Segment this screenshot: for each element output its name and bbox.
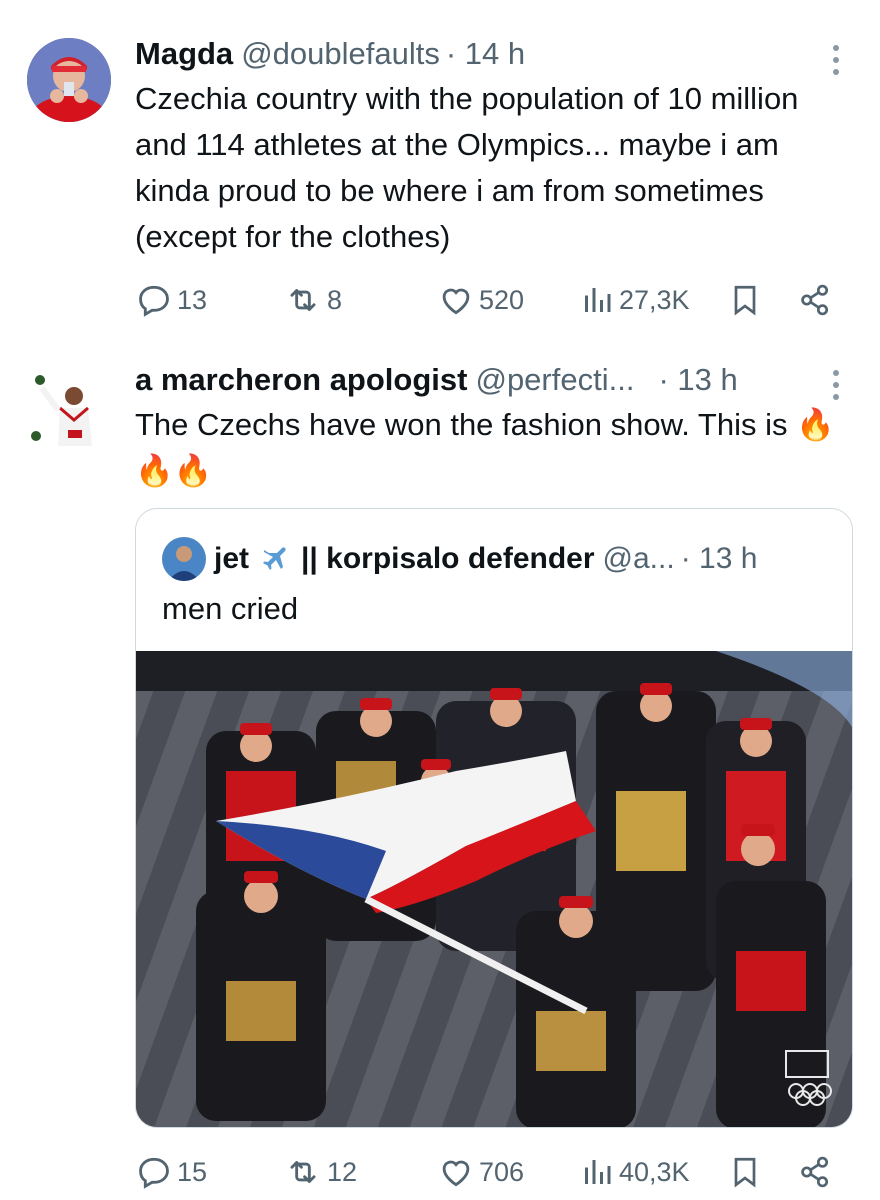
reply-icon — [139, 285, 169, 317]
views-button[interactable]: 40,3K — [579, 1152, 690, 1192]
quote-author-suffix[interactable]: || korpisalo defender — [301, 542, 595, 576]
avatar[interactable] — [30, 368, 100, 454]
quote-author-name[interactable]: jet — [214, 542, 249, 576]
tweet-text: Czechia country with the population of 1… — [135, 81, 799, 254]
author-name[interactable]: Magda — [135, 36, 233, 72]
bookmark-button[interactable] — [727, 1152, 763, 1192]
reply-count: 13 — [177, 284, 208, 315]
repost-button[interactable]: 8 — [283, 280, 342, 320]
repost-count: 12 — [327, 1156, 358, 1187]
author-handle[interactable]: @perfecti... — [475, 362, 634, 398]
repost-icon — [290, 1161, 316, 1183]
repost-button[interactable]: 12 — [283, 1152, 357, 1192]
repost-icon — [290, 289, 316, 311]
views-chart-icon — [585, 1160, 611, 1184]
views-chart-icon — [585, 288, 611, 312]
more-vertical-icon[interactable] — [832, 370, 840, 400]
author-handle[interactable]: @doublefaults — [241, 36, 440, 72]
quote-timestamp[interactable]: · 13 h — [681, 542, 758, 576]
reply-button[interactable]: 13 — [135, 280, 207, 320]
reply-count: 15 — [177, 1156, 208, 1187]
views-count: 27,3K — [619, 284, 690, 315]
quote-text: men cried — [162, 591, 299, 626]
avatar[interactable] — [27, 38, 111, 122]
like-count: 520 — [479, 284, 525, 315]
views-count: 40,3K — [619, 1156, 690, 1187]
tweet-text: The Czechs have won the fashion show. Th… — [135, 402, 845, 494]
more-vertical-icon[interactable] — [832, 45, 840, 75]
heart-icon — [442, 288, 470, 315]
repost-count: 8 — [327, 284, 343, 315]
timestamp[interactable]: · 14 h — [446, 36, 525, 72]
action-bar: 15 12 706 40,3K — [135, 1152, 835, 1192]
reply-button[interactable]: 15 — [135, 1152, 207, 1192]
share-icon — [801, 1156, 829, 1188]
tweet-marcheron[interactable]: a marcheron apologist @perfecti... · 13 … — [0, 340, 880, 1200]
quoted-tweet[interactable]: jet || korpisalo defender @a... · 13 h m… — [135, 508, 853, 1128]
bookmark-icon — [734, 285, 756, 316]
tweet-text-content: The Czechs have won the fashion show. Th… — [135, 407, 788, 442]
views-button[interactable]: 27,3K — [579, 280, 690, 320]
action-bar: 13 8 520 27,3K — [135, 280, 835, 320]
olympic-parade-photo[interactable] — [136, 651, 852, 1127]
quote-author-handle[interactable]: @a... — [603, 542, 675, 576]
bookmark-icon — [734, 1157, 756, 1188]
heart-icon — [442, 1160, 470, 1187]
quote-avatar[interactable] — [162, 537, 206, 581]
like-count: 706 — [479, 1156, 525, 1187]
timestamp[interactable]: · 13 h — [658, 362, 737, 398]
share-button[interactable] — [797, 280, 833, 320]
like-button[interactable]: 706 — [437, 1152, 524, 1192]
author-name[interactable]: a marcheron apologist — [135, 362, 467, 398]
tweet-magda[interactable]: Magda @doublefaults · 14 h Czechia count… — [0, 0, 880, 340]
like-button[interactable]: 520 — [437, 280, 524, 320]
reply-icon — [139, 1157, 169, 1189]
share-button[interactable] — [797, 1152, 833, 1192]
bookmark-button[interactable] — [727, 280, 763, 320]
airplane-icon — [255, 542, 295, 576]
share-icon — [801, 284, 829, 316]
